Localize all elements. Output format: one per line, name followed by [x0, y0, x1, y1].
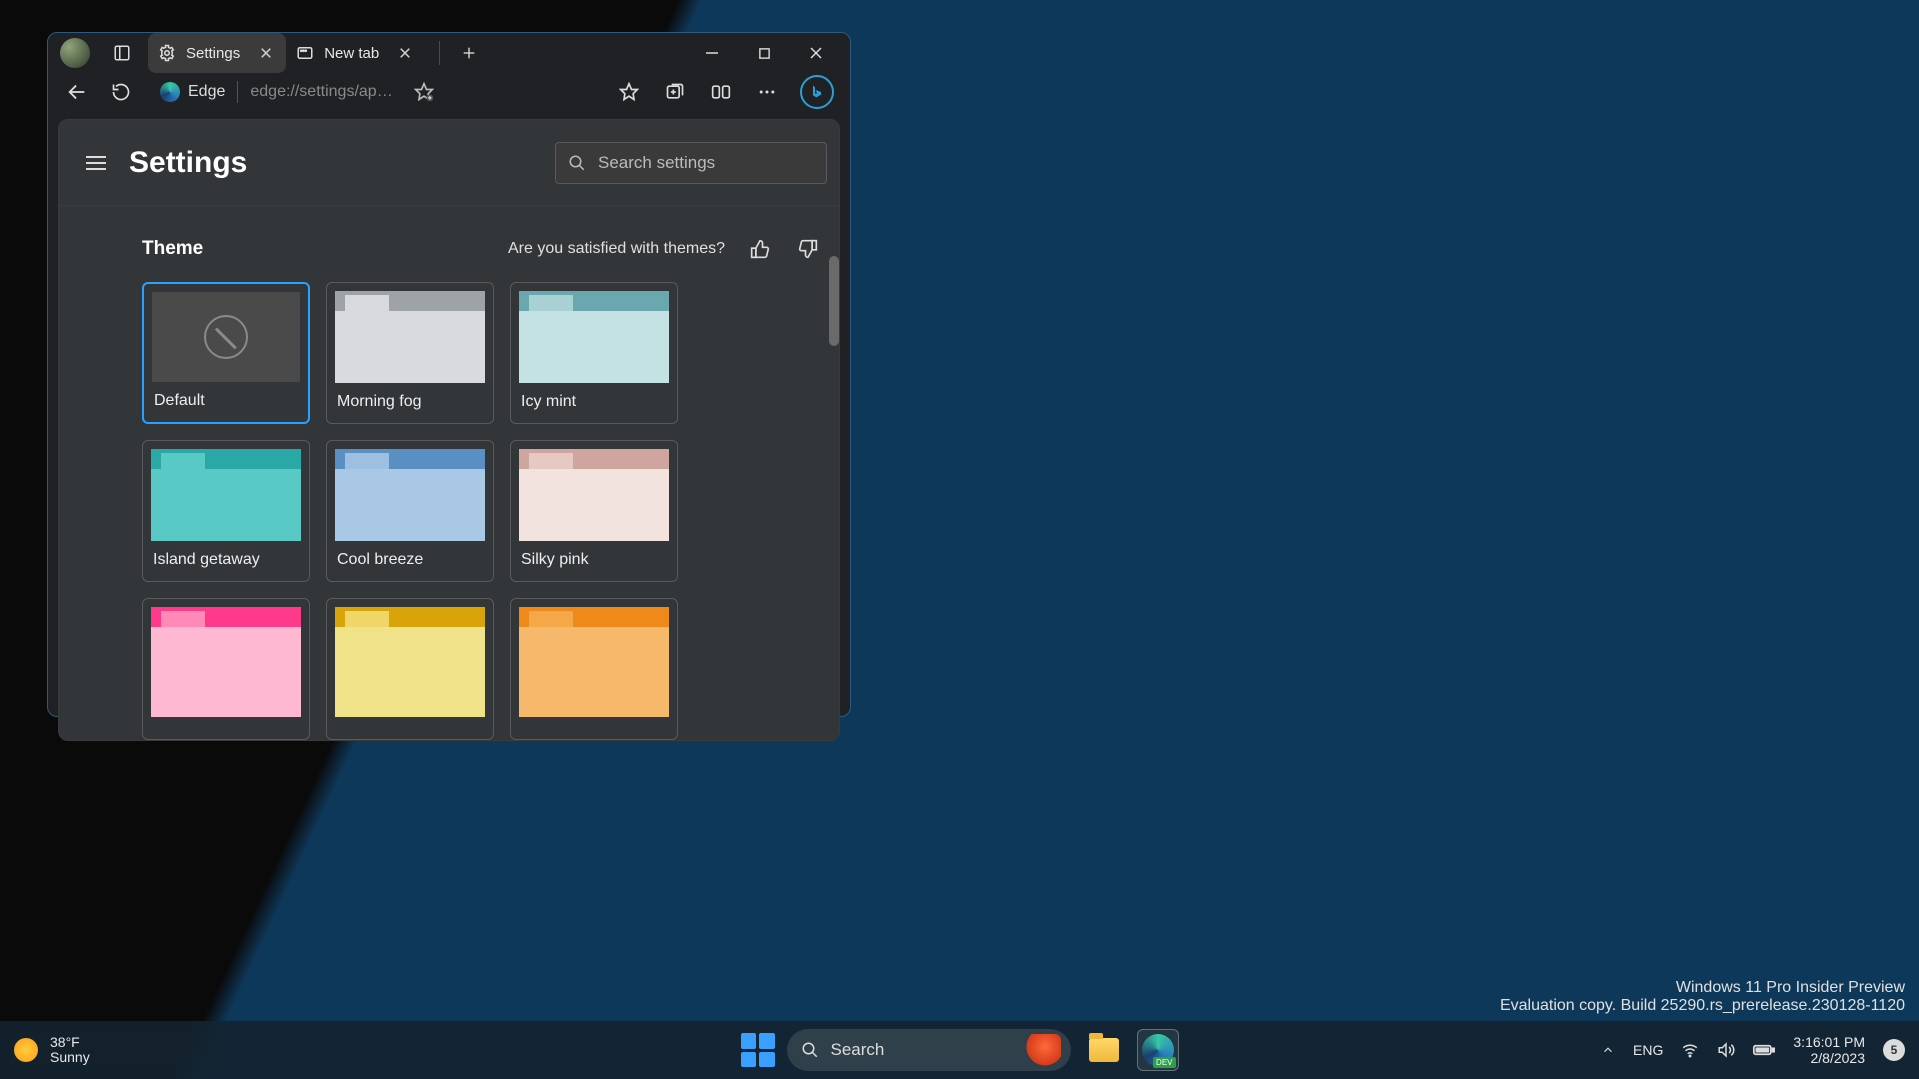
theme-card[interactable]: Island getaway: [142, 440, 310, 582]
theme-label: [335, 725, 485, 731]
menu-icon[interactable]: [81, 148, 111, 178]
taskbar-search-placeholder: Search: [831, 1040, 885, 1060]
theme-label: [519, 725, 669, 731]
browser-tab[interactable]: New tab: [286, 33, 425, 73]
tab-separator: [439, 41, 440, 65]
tab-close-icon[interactable]: [256, 43, 276, 63]
split-screen-icon[interactable]: [708, 79, 734, 105]
tab-actions-icon[interactable]: [106, 37, 138, 69]
address-bar[interactable]: Edge edge://settings/ap…: [152, 73, 445, 111]
settings-page: Settings Search settings Theme Are you s…: [58, 119, 840, 741]
theme-card[interactable]: Morning fog: [326, 282, 494, 424]
favorites-icon[interactable]: [616, 79, 642, 105]
theme-card[interactable]: [326, 598, 494, 740]
start-button[interactable]: [741, 1033, 775, 1067]
no-image-icon: [204, 315, 248, 359]
maximize-button[interactable]: [750, 39, 778, 67]
theme-preview: [519, 607, 669, 717]
search-placeholder: Search settings: [598, 153, 715, 173]
browser-tab[interactable]: Settings: [148, 33, 286, 73]
clock[interactable]: 3:16:01 PM 2/8/2023: [1793, 1034, 1865, 1066]
search-highlight-icon: [1021, 1034, 1061, 1066]
tab-close-icon[interactable]: [395, 43, 415, 63]
theme-label: Icy mint: [519, 391, 669, 415]
weather-widget[interactable]: 38°F Sunny: [14, 1035, 90, 1066]
theme-preview: [335, 291, 485, 383]
weather-temp: 38°F: [50, 1035, 90, 1050]
theme-label: Island getaway: [151, 549, 301, 573]
system-tray: ENG 3:16:01 PM 2/8/2023 5: [1601, 1034, 1905, 1066]
theme-card[interactable]: Cool breeze: [326, 440, 494, 582]
collections-icon[interactable]: [662, 79, 688, 105]
theme-card[interactable]: Silky pink: [510, 440, 678, 582]
taskbar: 38°F Sunny Search DEV ENG 3:16:01 PM 2/8…: [0, 1021, 1919, 1079]
page-title: Settings: [129, 146, 247, 180]
refresh-button[interactable]: [108, 79, 134, 105]
settings-header: Settings Search settings: [59, 120, 839, 206]
back-button[interactable]: [64, 79, 90, 105]
edge-icon: DEV: [1142, 1034, 1174, 1066]
more-icon[interactable]: [754, 79, 780, 105]
section-header: Theme Are you satisfied with themes?: [124, 206, 839, 282]
thumbs-down-button[interactable]: [795, 236, 821, 262]
weather-cond: Sunny: [50, 1050, 90, 1065]
theme-preview: [519, 291, 669, 383]
profile-avatar[interactable]: [60, 38, 90, 68]
wifi-icon[interactable]: [1681, 1041, 1699, 1059]
theme-preview: [152, 292, 300, 382]
add-favorite-icon[interactable]: [411, 79, 437, 105]
taskbar-search[interactable]: Search: [787, 1029, 1071, 1071]
search-settings-input[interactable]: Search settings: [555, 142, 827, 184]
theme-label: Cool breeze: [335, 549, 485, 573]
weather-icon: [14, 1038, 38, 1062]
scrollbar-thumb[interactable]: [829, 256, 839, 346]
theme-card[interactable]: [142, 598, 310, 740]
theme-label: [151, 725, 301, 731]
input-language[interactable]: ENG: [1633, 1042, 1663, 1058]
minimize-button[interactable]: [698, 39, 726, 67]
page-icon: [296, 44, 314, 62]
search-icon: [801, 1041, 819, 1059]
feedback-prompt: Are you satisfied with themes?: [508, 240, 725, 258]
section-title: Theme: [142, 238, 203, 260]
theme-label: Silky pink: [519, 549, 669, 573]
battery-icon[interactable]: [1753, 1043, 1775, 1057]
bing-chat-button[interactable]: [800, 75, 834, 109]
gear-icon: [158, 44, 176, 62]
tab-label: New tab: [324, 45, 379, 62]
edge-dev-pin[interactable]: DEV: [1137, 1029, 1179, 1071]
window-controls: [698, 39, 842, 67]
close-button[interactable]: [802, 39, 830, 67]
theme-label: Morning fog: [335, 391, 485, 415]
theme-grid: Default Morning fog Icy mint Island getaway…: [124, 282, 839, 740]
theme-card[interactable]: Icy mint: [510, 282, 678, 424]
theme-preview: [335, 607, 485, 717]
new-tab-button[interactable]: [454, 38, 484, 68]
url-scheme-label: Edge: [188, 83, 225, 101]
edge-icon: [160, 82, 180, 102]
settings-body: Theme Are you satisfied with themes? Def…: [59, 206, 839, 740]
theme-preview: [519, 449, 669, 541]
browser-window: Settings New tab Edge edge://settings/ap…: [47, 32, 851, 717]
theme-preview: [151, 449, 301, 541]
url-text: edge://settings/ap…: [250, 83, 392, 101]
titlebar: Settings New tab: [48, 33, 850, 73]
theme-label: Default: [152, 390, 300, 414]
tray-overflow-icon[interactable]: [1601, 1043, 1615, 1057]
toolbar: Edge edge://settings/ap…: [48, 73, 850, 111]
folder-icon: [1089, 1038, 1119, 1062]
theme-card[interactable]: Default: [142, 282, 310, 424]
desktop-watermark: Windows 11 Pro Insider Preview Evaluatio…: [1500, 979, 1905, 1015]
theme-preview: [151, 607, 301, 717]
notification-badge[interactable]: 5: [1883, 1039, 1905, 1061]
theme-preview: [335, 449, 485, 541]
theme-card[interactable]: [510, 598, 678, 740]
thumbs-up-button[interactable]: [747, 236, 773, 262]
file-explorer-pin[interactable]: [1083, 1029, 1125, 1071]
scrollbar[interactable]: [827, 220, 839, 726]
volume-icon[interactable]: [1717, 1041, 1735, 1059]
tabs-host: Settings New tab: [148, 33, 425, 73]
tab-label: Settings: [186, 45, 240, 62]
search-icon: [568, 154, 586, 172]
